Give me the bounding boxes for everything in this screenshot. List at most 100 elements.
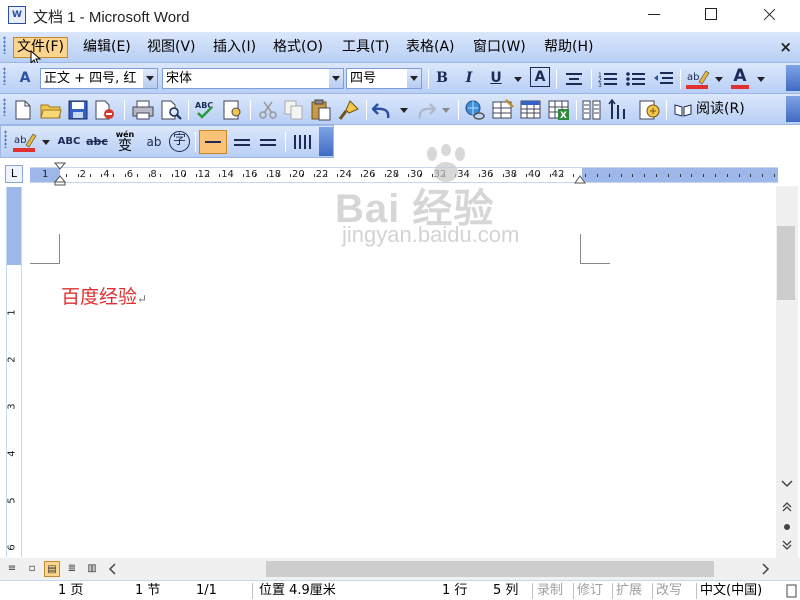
web-layout-view-button[interactable]: ▫ (24, 561, 40, 577)
first-line-indent-icon[interactable] (54, 162, 66, 186)
status-track-changes[interactable]: 修订 (577, 583, 603, 599)
select-browse-object-icon[interactable] (782, 522, 792, 532)
menu-edit[interactable]: 编辑(E) (80, 38, 134, 59)
close-window-button[interactable] (746, 0, 792, 30)
right-indent-icon[interactable] (574, 174, 586, 184)
font-select[interactable]: 宋体 (162, 68, 344, 89)
scroll-down-icon[interactable] (781, 480, 793, 488)
status-record[interactable]: 录制 (537, 583, 563, 599)
menu-window[interactable]: 窗口(W) (470, 38, 529, 59)
double-line-icon[interactable] (233, 134, 251, 150)
toolbar-options-icon[interactable] (319, 127, 333, 156)
reading-view-button[interactable]: ▥ (84, 561, 100, 577)
highlight-icon[interactable]: ab (13, 130, 37, 154)
print-preview-icon[interactable] (160, 100, 182, 120)
hyperlink-icon[interactable] (464, 99, 486, 121)
line-spacing-active-button[interactable] (199, 130, 227, 154)
menu-insert[interactable]: 插入(I) (210, 38, 259, 59)
scroll-left-icon[interactable] (108, 563, 118, 575)
spelling-grammar-icon[interactable]: ABC (194, 99, 216, 121)
enclose-chars-button[interactable]: ab (143, 131, 165, 153)
toolbar-options-icon[interactable] (786, 65, 800, 91)
status-language[interactable]: 中文(中国) (700, 583, 762, 599)
maximize-button[interactable] (688, 0, 734, 30)
font-size-select[interactable]: 四号 (346, 68, 422, 89)
undo-icon[interactable] (372, 100, 394, 120)
center-align-icon[interactable] (565, 71, 583, 87)
char-border-button[interactable]: A (530, 67, 550, 87)
toolbar-options-icon[interactable] (786, 96, 800, 122)
menu-format[interactable]: 格式(O) (270, 38, 326, 59)
cut-icon[interactable] (258, 100, 278, 120)
new-document-icon[interactable] (14, 100, 32, 120)
copy-icon[interactable] (284, 100, 304, 120)
horizontal-scroll-thumb[interactable] (266, 561, 714, 577)
extended-grip[interactable] (4, 130, 7, 148)
decrease-indent-icon[interactable] (654, 71, 674, 87)
close-document-button[interactable]: × (779, 38, 792, 56)
chevron-down-icon[interactable] (407, 69, 421, 88)
menu-tools[interactable]: 工具(T) (339, 38, 392, 59)
insert-excel-icon[interactable]: X (548, 99, 570, 121)
menu-table[interactable]: 表格(A) (403, 38, 458, 59)
font-color-button[interactable]: A (729, 65, 751, 87)
outline-view-button[interactable]: ≣ (64, 561, 80, 577)
tables-borders-icon[interactable] (492, 99, 514, 121)
strikethrough-button[interactable]: abc (85, 131, 109, 153)
open-folder-icon[interactable] (40, 100, 62, 120)
spelling-status-icon[interactable] (786, 584, 798, 598)
drawing-icon[interactable] (608, 99, 630, 121)
distributed-align-icon[interactable] (293, 134, 313, 150)
menu-help[interactable]: 帮助(H) (541, 38, 596, 59)
vertical-scroll-thumb[interactable] (777, 226, 795, 300)
next-page-icon[interactable] (781, 540, 793, 550)
redo-dropdown-icon[interactable] (442, 108, 450, 113)
chevron-down-icon[interactable] (329, 69, 343, 88)
encircle-char-button[interactable]: 字 (169, 131, 190, 152)
underline-button[interactable]: U (485, 67, 507, 89)
font-color-dropdown-icon[interactable] (757, 77, 765, 82)
scroll-right-icon[interactable] (760, 563, 770, 575)
italic-button[interactable]: I (458, 67, 480, 89)
menu-grip[interactable] (3, 36, 6, 54)
style-select[interactable]: 正文 + 四号, 红 (40, 68, 158, 89)
read-mode-button[interactable]: 阅读(R) (696, 99, 745, 120)
bold-button[interactable]: B (431, 67, 453, 89)
highlight-dropdown-icon[interactable] (715, 77, 723, 82)
status-extend[interactable]: 扩展 (616, 583, 642, 599)
word-app-icon[interactable]: W (8, 6, 26, 24)
research-icon[interactable] (222, 99, 244, 121)
redo-icon[interactable] (414, 100, 436, 120)
bullet-list-icon[interactable] (626, 71, 646, 87)
char-scaling-button[interactable]: ABC (57, 131, 81, 153)
save-icon[interactable] (68, 100, 88, 120)
format-grip[interactable] (3, 67, 6, 85)
menu-view[interactable]: 视图(V) (144, 38, 199, 59)
styles-pane-icon[interactable]: A (14, 67, 36, 89)
numbered-list-icon[interactable]: 123 (598, 71, 618, 87)
normal-view-button[interactable]: ≡ (4, 561, 20, 577)
document-map-icon[interactable] (636, 99, 660, 121)
permission-icon[interactable] (94, 100, 116, 120)
status-overtype[interactable]: 改写 (656, 583, 682, 599)
format-painter-icon[interactable] (338, 99, 360, 121)
chevron-down-icon[interactable] (143, 69, 157, 88)
vertical-scrollbar[interactable] (776, 186, 798, 558)
previous-page-icon[interactable] (781, 502, 793, 512)
vertical-ruler[interactable]: 1 2 3 4 5 6 (6, 187, 22, 557)
phonetic-guide-button[interactable]: wén 变 (113, 130, 137, 154)
underline-dropdown-icon[interactable] (514, 77, 522, 82)
paste-icon[interactable] (310, 99, 332, 121)
document-text[interactable]: 百度经验↵ (61, 282, 147, 309)
double-line-alt-icon[interactable] (259, 134, 277, 150)
print-layout-view-button[interactable]: ▤ (44, 561, 60, 577)
insert-table-icon[interactable] (520, 99, 542, 121)
print-icon[interactable] (132, 100, 154, 120)
minimize-button[interactable] (632, 0, 678, 30)
highlight-dropdown-icon[interactable] (42, 140, 50, 145)
highlight-icon[interactable]: ab (686, 68, 710, 90)
standard-grip[interactable] (3, 98, 6, 116)
tab-selector-button[interactable]: L (5, 165, 23, 183)
columns-icon[interactable] (582, 100, 602, 120)
undo-dropdown-icon[interactable] (400, 108, 408, 113)
